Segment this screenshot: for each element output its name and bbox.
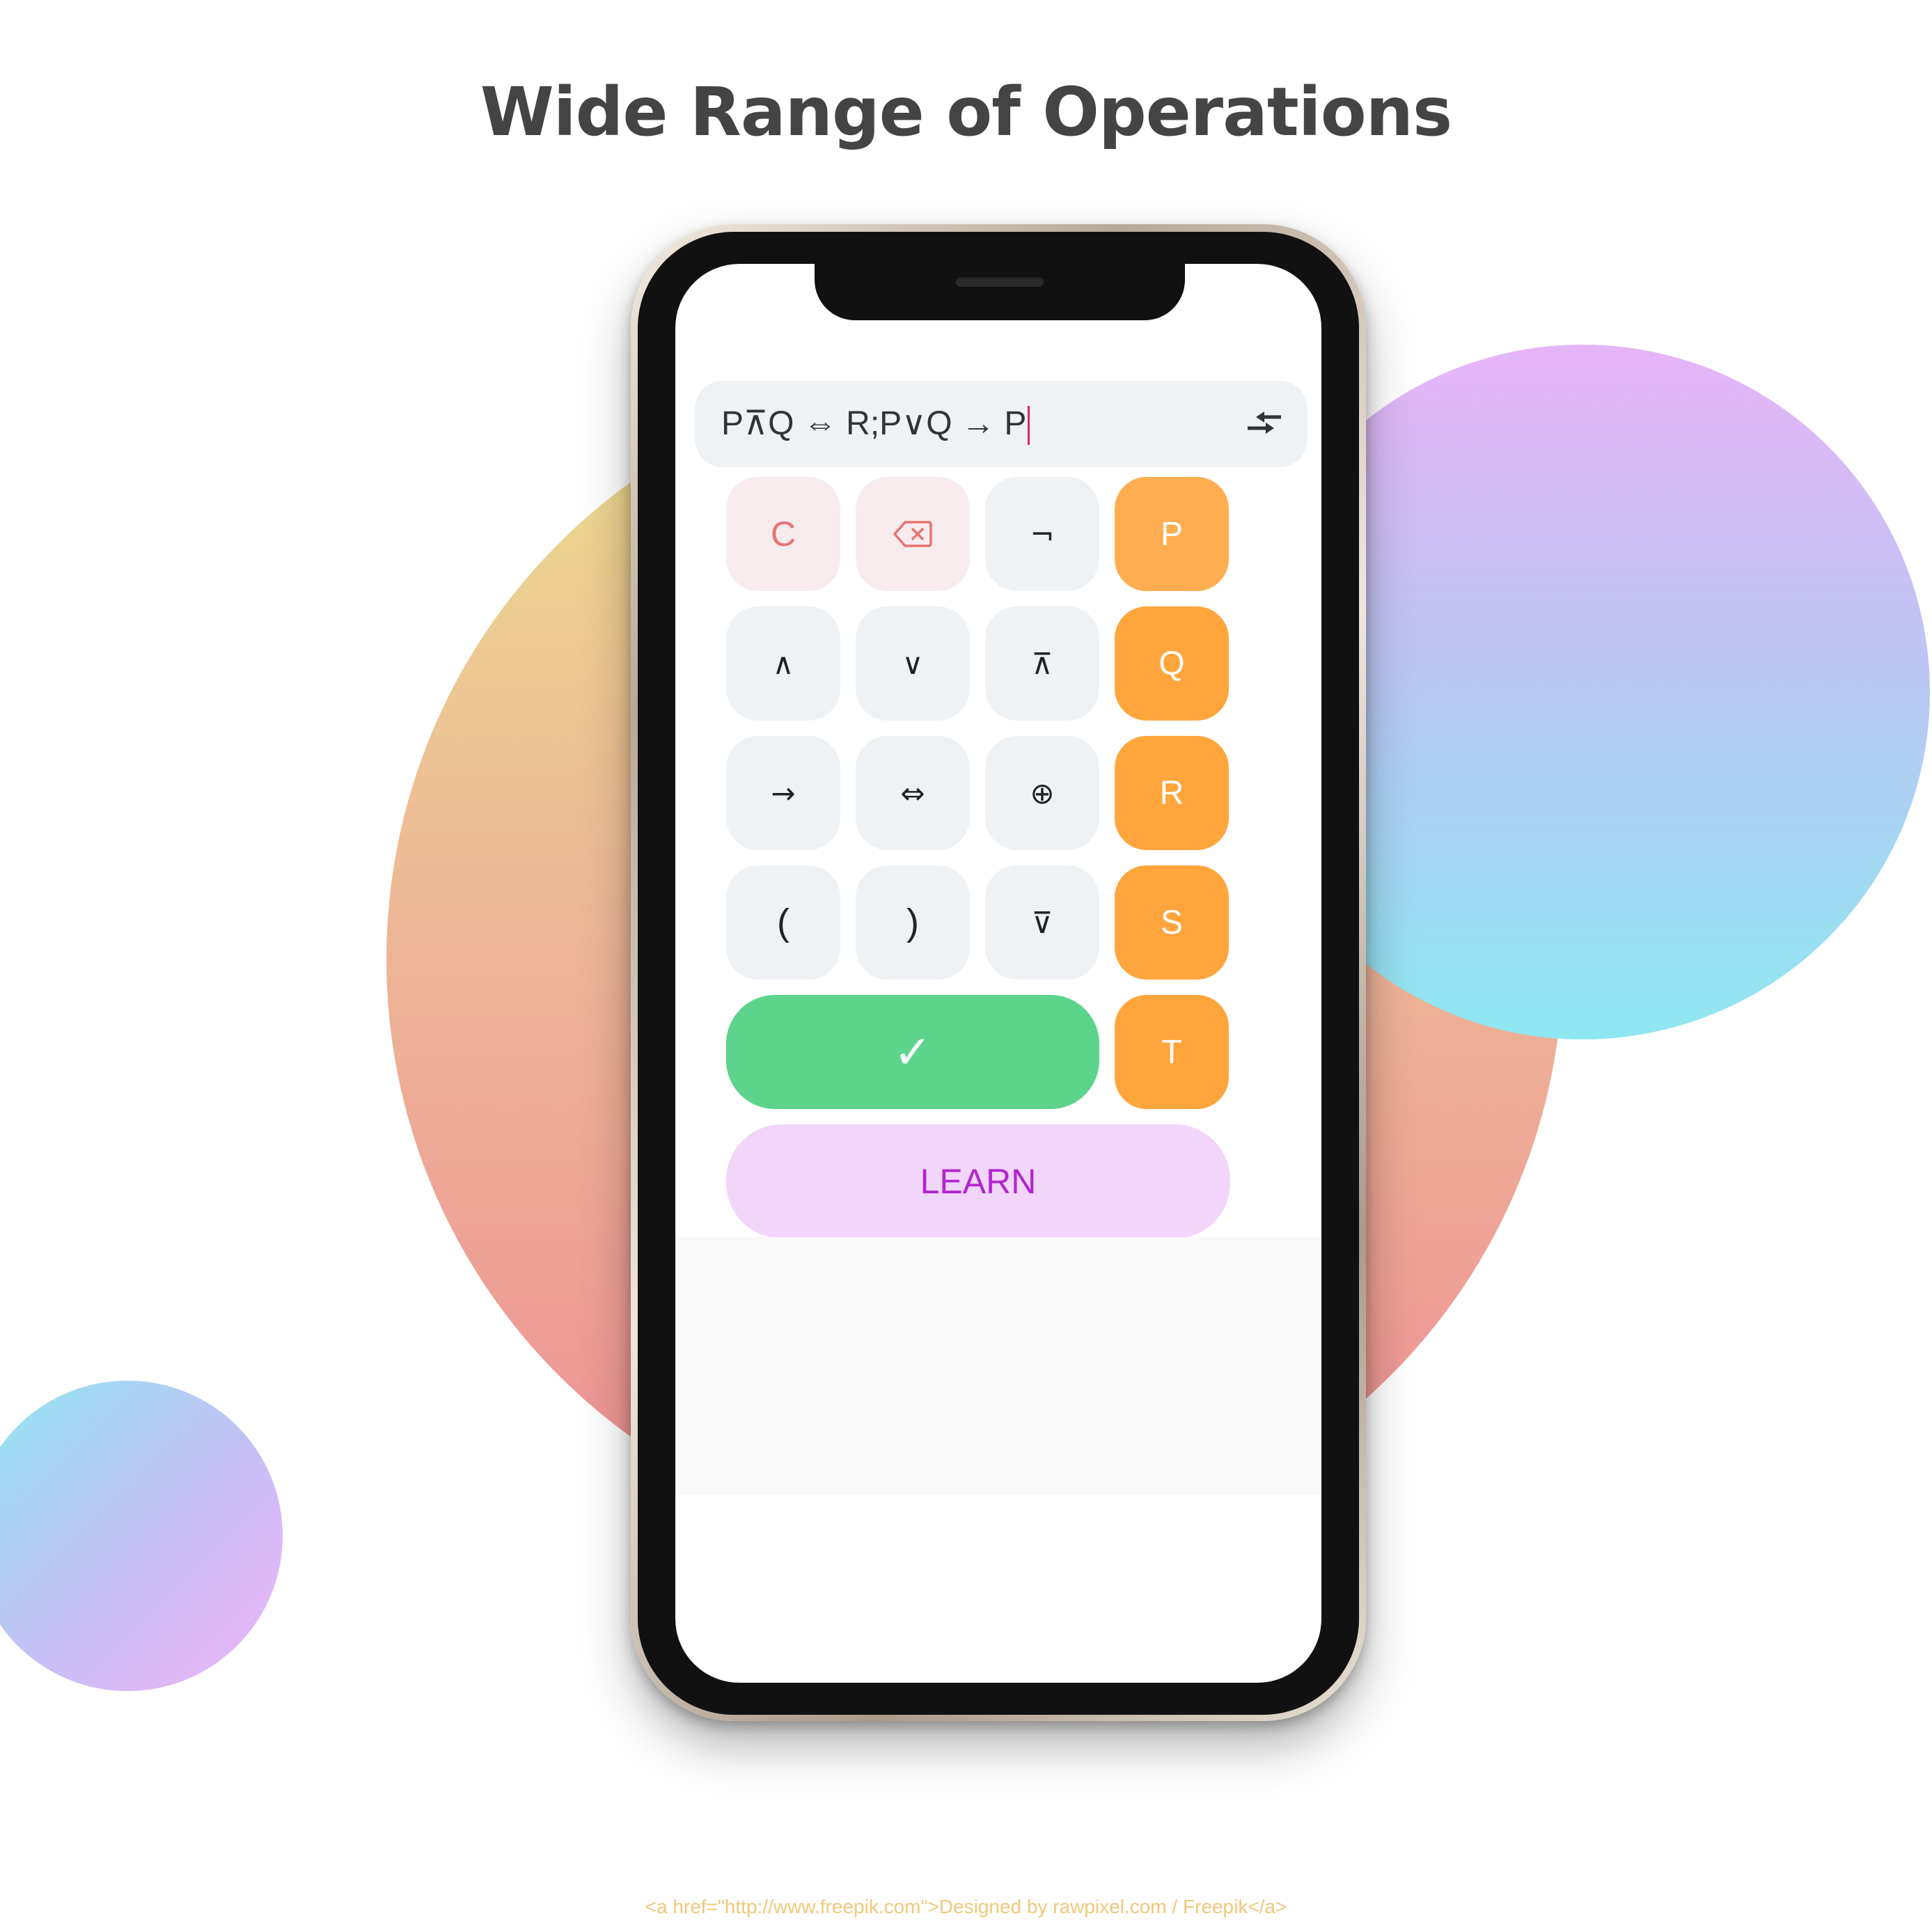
result-panel (675, 1237, 1321, 1495)
variable-t-button[interactable]: T (1115, 995, 1229, 1109)
backspace-button[interactable] (856, 477, 970, 591)
phone-notch (815, 258, 1185, 320)
phone-screen: P⊼Q ⇔ R;P∨Q → P C ¬ P ∧ ∨ ⊼ Q → ⇔ ⊕ R (… (675, 264, 1321, 1683)
decor-circle-left (0, 1381, 283, 1691)
page-headline: Wide Range of Operations (480, 73, 1452, 151)
learn-button[interactable]: LEARN (726, 1124, 1230, 1239)
attribution-text: <a href="http://www.freepik.com">Designe… (645, 1896, 1287, 1917)
or-button[interactable]: ∨ (856, 606, 970, 721)
not-button[interactable]: ¬ (985, 477, 1099, 591)
variable-q-button[interactable]: Q (1115, 606, 1229, 721)
expression-text: P⊼Q ⇔ R;P∨Q → P (721, 404, 1030, 446)
variable-r-button[interactable]: R (1115, 736, 1229, 850)
text-caret (1028, 406, 1030, 446)
expression-value: P⊼Q ⇔ R;P∨Q → P (721, 405, 1027, 442)
iff-button[interactable]: ⇔ (856, 736, 970, 850)
open-paren-button[interactable]: ( (726, 865, 840, 980)
nand-button[interactable]: ⊼ (985, 606, 1099, 721)
xor-button[interactable]: ⊕ (985, 736, 1099, 850)
clear-button[interactable]: C (726, 477, 840, 591)
nor-button[interactable]: ⊽ (985, 865, 1099, 980)
backspace-icon (893, 521, 932, 547)
phone-speaker (955, 276, 1044, 287)
and-button[interactable]: ∧ (726, 606, 840, 721)
expression-input[interactable]: P⊼Q ⇔ R;P∨Q → P (695, 381, 1307, 467)
close-paren-button[interactable]: ) (856, 865, 970, 980)
variable-s-button[interactable]: S (1115, 865, 1229, 980)
page: Wide Range of Operations P⊼Q ⇔ R;P∨Q → P… (0, 0, 1932, 1932)
swap-arrows-icon[interactable] (1246, 406, 1284, 441)
variable-p-button[interactable]: P (1115, 477, 1229, 591)
evaluate-button[interactable]: ✓ (726, 995, 1099, 1109)
implies-button[interactable]: → (726, 736, 840, 850)
